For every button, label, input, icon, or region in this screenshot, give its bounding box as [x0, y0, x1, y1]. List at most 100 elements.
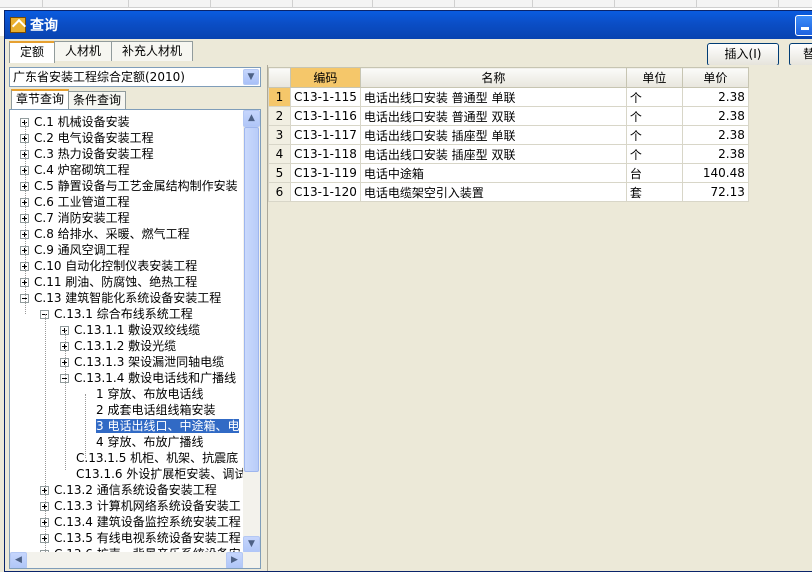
tree-item[interactable]: C.13.4 建筑设备监控系统安装工程: [40, 514, 241, 530]
tree-guide-line: [65, 330, 66, 470]
tree-item-label: C.6 工业管道工程: [34, 195, 130, 209]
quota-library-value: 广东省安装工程综合定额(2010): [13, 70, 185, 84]
cell-price[interactable]: 2.38: [681, 144, 749, 164]
cell-name[interactable]: 电话出线口安装 插座型 双联: [359, 144, 627, 164]
tree-item[interactable]: C.13.1.5 机柜、机架、抗震底: [60, 450, 238, 466]
tree-item[interactable]: C.13.1.1 敷设双绞线缆: [60, 322, 200, 338]
title-bar[interactable]: 查询: [5, 11, 812, 39]
tab-condition-query[interactable]: 条件查询: [68, 91, 127, 109]
cell-code[interactable]: C13-1-115: [290, 87, 361, 107]
replace-button[interactable]: 替: [789, 43, 812, 66]
cell-n[interactable]: 3: [268, 125, 291, 145]
tree-item[interactable]: C.13.3 计算机网络系统设备安装工: [40, 498, 241, 514]
cell-n[interactable]: 2: [268, 106, 291, 126]
cell-code[interactable]: C13-1-116: [290, 106, 361, 126]
tab-chapter-query[interactable]: 章节查询: [11, 89, 70, 109]
cell-code[interactable]: C13-1-117: [290, 125, 361, 145]
table-row[interactable]: 3 C13-1-117 电话出线口安装 插座型 单联个 2.38: [268, 125, 749, 145]
table-row[interactable]: 6 C13-1-120 电话电缆架空引入装置套 72.13: [268, 182, 749, 202]
cell-name[interactable]: 电话出线口安装 普通型 双联: [359, 106, 627, 126]
scroll-up-icon[interactable]: ▲: [243, 110, 260, 127]
cell-name[interactable]: 电话出线口安装 普通型 单联: [359, 87, 627, 107]
cell-code[interactable]: C13-1-119: [290, 163, 361, 183]
tree-item[interactable]: C.13.1.3 架设漏泄同轴电缆: [60, 354, 224, 370]
tree-item-label: C.13.1.5 机柜、机架、抗震底: [76, 451, 239, 465]
insert-button[interactable]: 插入(I): [707, 43, 779, 66]
tree-item[interactable]: C.3 热力设备安装工程: [20, 146, 154, 162]
tree-item[interactable]: C.1 机械设备安装: [20, 114, 130, 130]
minimize-button[interactable]: [795, 15, 812, 36]
tree-item-label: 4 穿放、布放广播线: [96, 435, 204, 449]
column-header-price[interactable]: 单价: [681, 67, 749, 88]
table-row[interactable]: 4 C13-1-118 电话出线口安装 插座型 双联个 2.38: [268, 144, 749, 164]
tree-horizontal-scrollbar[interactable]: ◀ ▶: [10, 552, 260, 568]
tree-item[interactable]: 3 电话出线口、中途箱、电: [80, 418, 240, 434]
scroll-down-icon[interactable]: ▼: [243, 536, 260, 553]
cell-price[interactable]: 72.13: [681, 182, 749, 202]
quota-table: 编码 名称 单位 单价 1 C13-1-115 电话出线口安装 普通型 单联个 2.3…: [268, 67, 749, 202]
cell-price[interactable]: 2.38: [681, 106, 749, 126]
tree-item-label: C13.1.6 外设扩展柜安装、调试: [76, 467, 247, 481]
scroll-right-icon[interactable]: ▶: [226, 552, 243, 568]
cell-n[interactable]: 4: [268, 144, 291, 164]
tree-item[interactable]: C.13.5 有线电视系统设备安装工程: [40, 530, 241, 546]
tree-item-label: C.13.1.2 敷设光缆: [74, 339, 177, 353]
scroll-thumb[interactable]: [244, 127, 259, 472]
tree-item[interactable]: C.13.1.4 敷设电话线和广播线: [60, 370, 236, 386]
tree-item-label: C.13.3 计算机网络系统设备安装工: [54, 499, 241, 513]
column-header-code[interactable]: 编码: [290, 67, 361, 88]
tree-item[interactable]: C.7 消防安装工程: [20, 210, 130, 226]
background-gridline: [778, 0, 779, 8]
tab-quota[interactable]: 定额: [9, 41, 56, 63]
row-number-header: [268, 67, 291, 88]
tree-item[interactable]: C.4 炉窑砌筑工程: [20, 162, 130, 178]
quota-library-select[interactable]: 广东省安装工程综合定额(2010) ▼: [9, 67, 261, 87]
cell-unit[interactable]: 套: [625, 182, 683, 202]
query-mode-tabs: 章节查询 条件查询: [11, 89, 127, 109]
tree-item[interactable]: C.2 电气设备安装工程: [20, 130, 154, 146]
tree-item[interactable]: C.13 建筑智能化系统设备安装工程: [20, 290, 221, 306]
cell-unit[interactable]: 个: [625, 125, 683, 145]
tree-item[interactable]: C.8 给排水、采暖、燃气工程: [20, 226, 190, 242]
left-panel: 广东省安装工程综合定额(2010) ▼ 章节查询 条件查询 C.1 机械设备安装…: [7, 65, 263, 571]
cell-price[interactable]: 140.48: [681, 163, 749, 183]
tree-item[interactable]: C.13.1.2 敷设光缆: [60, 338, 176, 354]
tree-item[interactable]: C.11 刷油、防腐蚀、绝热工程: [20, 274, 197, 290]
tree-item[interactable]: C.5 静置设备与工艺金属结构制作安装: [20, 178, 238, 194]
cell-name[interactable]: 电话中途箱: [359, 163, 627, 183]
tree-item[interactable]: C13.1.6 外设扩展柜安装、调试: [60, 466, 246, 482]
app-icon: [10, 17, 26, 33]
cell-code[interactable]: C13-1-120: [290, 182, 361, 202]
scroll-left-icon[interactable]: ◀: [10, 552, 27, 568]
column-header-unit[interactable]: 单位: [625, 67, 683, 88]
table-row[interactable]: 5 C13-1-119 电话中途箱台 140.48: [268, 163, 749, 183]
tree-vertical-scrollbar[interactable]: ▲ ▼: [243, 110, 260, 553]
tree-item[interactable]: C.13.2 通信系统设备安装工程: [40, 482, 217, 498]
cell-price[interactable]: 2.38: [681, 125, 749, 145]
tree-item[interactable]: C.6 工业管道工程: [20, 194, 130, 210]
tree-item[interactable]: C.10 自动化控制仪表安装工程: [20, 258, 197, 274]
tree-item[interactable]: 2 成套电话组线箱安装: [80, 402, 215, 418]
cell-code[interactable]: C13-1-118: [290, 144, 361, 164]
cell-unit[interactable]: 个: [625, 144, 683, 164]
table-row[interactable]: 2 C13-1-116 电话出线口安装 普通型 双联个 2.38: [268, 106, 749, 126]
tab-supplementary-materials[interactable]: 补充人材机: [111, 41, 194, 61]
cell-n[interactable]: 5: [268, 163, 291, 183]
cell-n[interactable]: 1: [268, 87, 291, 107]
chevron-down-icon[interactable]: ▼: [243, 69, 259, 85]
cell-unit[interactable]: 台: [625, 163, 683, 183]
tree-item[interactable]: C.13.1 综合布线系统工程: [40, 306, 193, 322]
tab-labor-material-machine[interactable]: 人材机: [54, 41, 113, 61]
tree-item[interactable]: C.9 通风空调工程: [20, 242, 130, 258]
cell-n[interactable]: 6: [268, 182, 291, 202]
table-row[interactable]: 1 C13-1-115 电话出线口安装 普通型 单联个 2.38: [268, 87, 749, 107]
column-header-name[interactable]: 名称: [359, 67, 627, 88]
cell-unit[interactable]: 个: [625, 87, 683, 107]
cell-unit[interactable]: 个: [625, 106, 683, 126]
cell-name[interactable]: 电话电缆架空引入装置: [359, 182, 627, 202]
cell-price[interactable]: 2.38: [681, 87, 749, 107]
window-title: 查询: [30, 18, 58, 34]
cell-name[interactable]: 电话出线口安装 插座型 单联: [359, 125, 627, 145]
tree-item[interactable]: 1 穿放、布放电话线: [80, 386, 203, 402]
tree-item[interactable]: 4 穿放、布放广播线: [80, 434, 203, 450]
